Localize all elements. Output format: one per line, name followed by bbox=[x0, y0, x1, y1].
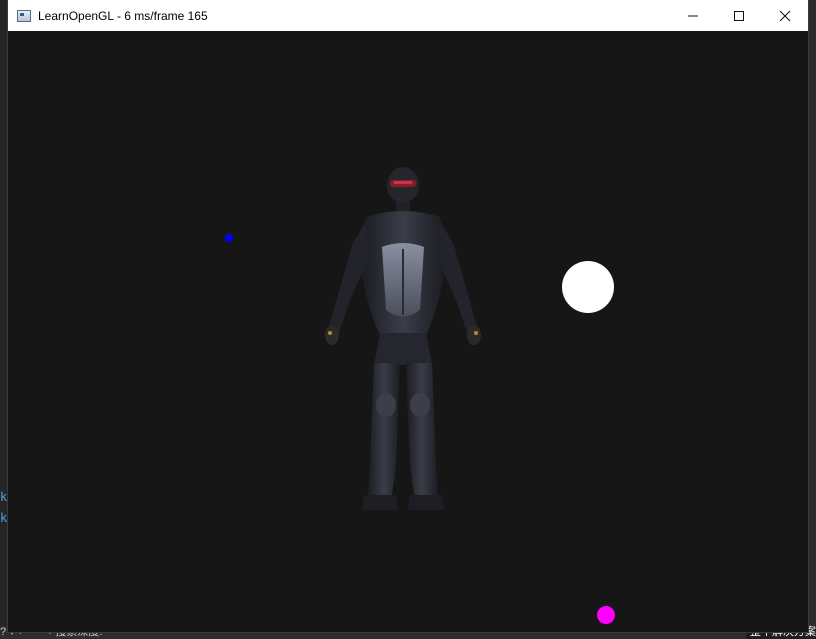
window-controls bbox=[670, 0, 808, 31]
ide-text-fragment: k bbox=[0, 490, 8, 504]
blue-light bbox=[225, 234, 233, 242]
app-icon[interactable] bbox=[17, 9, 31, 22]
close-button[interactable] bbox=[762, 0, 808, 31]
white-light bbox=[562, 261, 614, 313]
minimize-button[interactable] bbox=[670, 0, 716, 31]
window-titlebar[interactable]: LearnOpenGL - 6 ms/frame 165 bbox=[8, 0, 808, 31]
ide-text-fragment: k bbox=[0, 511, 8, 525]
window-title: LearnOpenGL - 6 ms/frame 165 bbox=[38, 8, 208, 23]
minimize-icon bbox=[688, 15, 698, 16]
opengl-viewport[interactable] bbox=[8, 31, 808, 632]
nanosuit-model bbox=[325, 167, 481, 510]
background-ide-right-strip bbox=[808, 0, 816, 626]
close-icon bbox=[779, 10, 791, 21]
magenta-light bbox=[597, 606, 615, 624]
opengl-window: LearnOpenGL - 6 ms/frame 165 bbox=[8, 0, 808, 632]
maximize-button[interactable] bbox=[716, 0, 762, 31]
maximize-icon bbox=[734, 10, 744, 21]
